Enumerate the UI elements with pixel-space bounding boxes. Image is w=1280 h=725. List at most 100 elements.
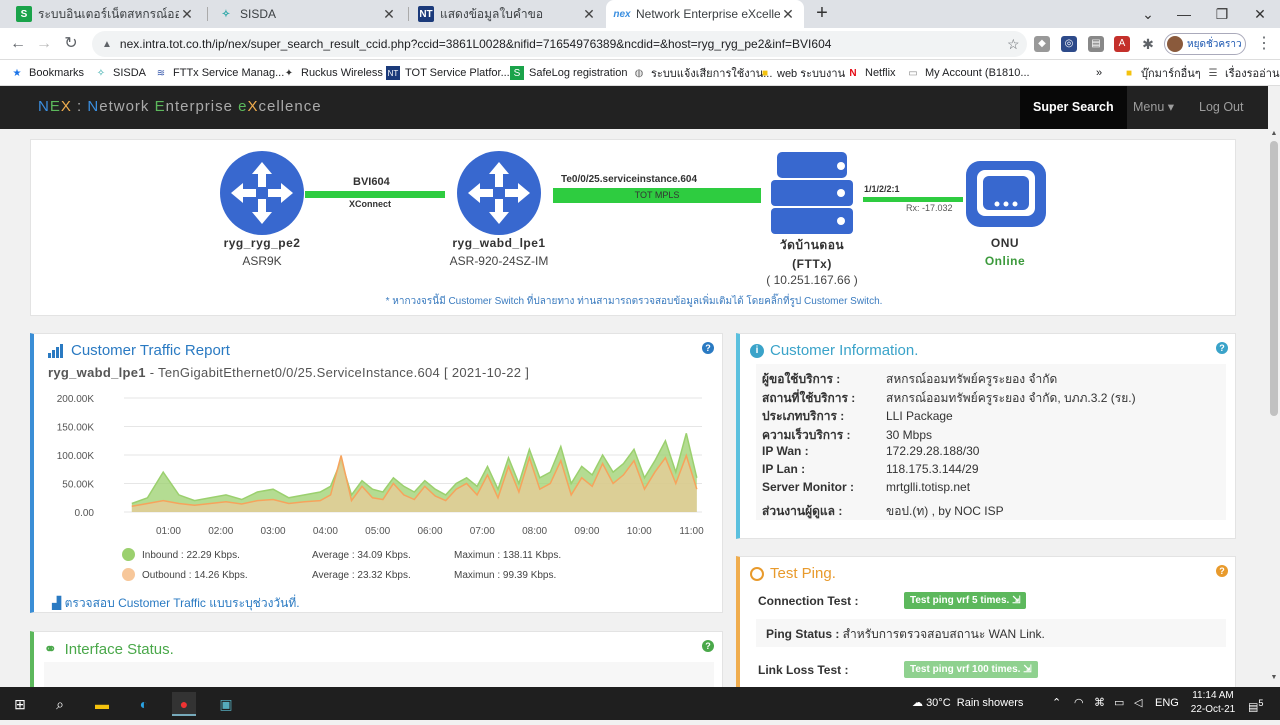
router-icon[interactable] [219, 150, 305, 236]
reading-list-icon: ☰ [1208, 67, 1218, 79]
window-close-button[interactable]: ✕ [1240, 0, 1280, 28]
extensions-puzzle-icon[interactable]: ✱ [1140, 36, 1156, 52]
security-app-icon[interactable]: ▣ [214, 692, 238, 716]
bookmark-my-account[interactable]: ▭ My Account (B1810... [906, 64, 1029, 82]
link-onu [863, 197, 963, 202]
outbound-swatch [122, 568, 135, 581]
menu-kebab-icon[interactable]: ⋮ [1252, 32, 1276, 56]
tray-chevron-icon[interactable]: ⌃ [1052, 687, 1061, 720]
weather-widget[interactable]: ☁ 30°C Rain showers [912, 687, 1023, 720]
info-title: i Customer Information. [750, 342, 918, 359]
node1-model: ASR9K [242, 254, 282, 268]
node4-name: ONU [990, 236, 1020, 250]
profile-button[interactable]: หยุดชั่วคราว [1164, 33, 1246, 55]
bookmark-tot-platform[interactable]: NT TOT Service Platfor... [386, 64, 510, 82]
help-icon[interactable]: ? [702, 640, 714, 652]
chrome-icon[interactable]: ● [172, 692, 196, 716]
help-icon[interactable]: ? [1216, 565, 1228, 577]
tab-search-icon[interactable]: ⌄ [1128, 0, 1168, 28]
edge-icon[interactable]: ◐ [132, 692, 156, 716]
nav-menu[interactable]: Menu ▾ [1120, 86, 1187, 129]
bookmarks-overflow[interactable]: » [1096, 64, 1102, 82]
sisda-icon: ✧ [96, 67, 106, 79]
onu-icon[interactable] [963, 158, 1049, 230]
traffic-date-range-link[interactable]: ▟ ตรวจสอบ Customer Traffic แบบระบุช่วงวั… [52, 594, 300, 613]
traffic-chart: 0.00 50.00K 100.00K 150.00K 200.00K 01:00 02:0… [57, 394, 704, 537]
ping-5-button[interactable]: Test ping vrf 5 times. ⇲ [904, 592, 1027, 609]
network-icon[interactable]: ◠ [1074, 687, 1084, 720]
nav-super-search[interactable]: Super Search [1020, 86, 1127, 129]
traffic-panel: Customer Traffic Report ? ryg_wabd_lpe1 … [30, 333, 723, 613]
extension-circle-icon[interactable]: ◎ [1061, 36, 1077, 52]
info-row: สถานที่ใช้บริการ : สหกรณ์ออมทรัพย์ครูระยอ… [762, 391, 1136, 405]
new-tab-button[interactable]: + [810, 2, 834, 26]
bookmark-netflix[interactable]: N Netflix [846, 64, 895, 82]
node3-name: วัดบ้านดอน [779, 238, 845, 252]
bookmark-ruckus[interactable]: ✦ Ruckus Wireless [282, 64, 383, 82]
clock[interactable]: 11:14 AM 22-Oct-21 [1182, 689, 1244, 717]
close-icon[interactable]: ✕ [780, 6, 796, 23]
bookmark-fault-report[interactable]: ◍ ระบบแจ้งเสียการใช้งาน... [632, 64, 773, 82]
bookmark-fttx[interactable]: ≋ FTTx Service Manag... [154, 64, 284, 82]
bookmark-sisda[interactable]: ✧ SISDA [94, 64, 146, 82]
caret-down-icon: ▾ [1167, 100, 1175, 114]
nex-icon: nex [613, 8, 631, 20]
extension-shield-icon[interactable]: ◆ [1034, 36, 1050, 52]
pdf-extension-icon[interactable]: A [1114, 36, 1130, 52]
bookmarks-bar: ★ Bookmarks ✧ SISDA ≋ FTTx Service Manag...… [0, 60, 1280, 86]
close-icon[interactable]: ✕ [381, 6, 397, 23]
battery-icon[interactable]: ▭ [1114, 687, 1124, 720]
notifications-icon[interactable]: ▤5 [1248, 687, 1264, 720]
close-icon[interactable]: ✕ [179, 6, 195, 23]
bookmark-star-icon[interactable]: ☆ [1007, 36, 1027, 53]
ruckus-icon: ✦ [284, 67, 294, 79]
extension-print-icon[interactable]: ▤ [1088, 36, 1104, 52]
close-icon[interactable]: ✕ [581, 6, 597, 23]
info-row: ส่วนงานผู้ดูแล : ขอป.(ท) , by NOC ISP [762, 504, 1004, 518]
address-bar[interactable]: ▲ nex.intra.tot.co.th/ip/nex/super_searc… [92, 31, 1027, 57]
info-circle-icon: i [750, 343, 764, 358]
maximize-button[interactable]: ❐ [1202, 0, 1242, 28]
scroll-down-icon[interactable]: ▼ [1268, 674, 1280, 686]
onu-status: Online [984, 254, 1026, 268]
nt-icon: NT [418, 6, 434, 22]
ping-status-row: Ping Status : สำหรับการตรวจสอบสถานะ WAN … [756, 619, 1226, 647]
tab-request-info[interactable]: NT แสดงข้อมูลใบคำขอ ✕ [410, 0, 605, 28]
bookmark-web-systems[interactable]: ■ web ระบบงาน [758, 64, 845, 82]
brand-logo[interactable]: NEX : Network Enterprise eXcellence [38, 98, 322, 115]
tab-sisda[interactable]: ✧ SISDA ✕ [210, 0, 405, 28]
router-icon[interactable] [456, 150, 542, 236]
language-indicator[interactable]: ENG [1155, 687, 1179, 720]
reload-button[interactable]: ↻ [59, 32, 83, 56]
volume-icon[interactable]: ◁ [1134, 687, 1142, 720]
x-tick-label: 03:00 [261, 526, 286, 537]
bookmark-safelog[interactable]: S SafeLog registration [510, 64, 627, 82]
bookmark-bookmarks[interactable]: ★ Bookmarks [10, 64, 85, 82]
bookmark-other[interactable]: ■ บุ๊กมาร์กอื่นๆ [1122, 64, 1201, 82]
url-text: nex.intra.tot.co.th/ip/nex/super_search_… [119, 37, 832, 51]
inbound-swatch [122, 548, 135, 561]
minimize-button[interactable]: — [1164, 0, 1204, 28]
help-icon[interactable]: ? [702, 342, 714, 354]
help-icon[interactable]: ? [1216, 342, 1228, 354]
search-icon[interactable]: ⌕ [48, 692, 72, 716]
back-button[interactable]: ← [6, 32, 30, 56]
scroll-thumb[interactable] [1270, 141, 1278, 416]
ping-100-button[interactable]: Test ping vrf 100 times. ⇲ [904, 661, 1038, 678]
tab-coop-internet[interactable]: S ระบบอินเตอร์เน็ตสหกรณ์ออมทรัพย์ครู ✕ [8, 0, 203, 28]
y-tick-label: 200.00K [57, 394, 95, 405]
interface-status-panel: ⚭ Interface Status. ? [30, 631, 723, 687]
file-explorer-icon[interactable]: ▬ [90, 692, 114, 716]
forward-button[interactable]: → [32, 32, 56, 56]
tab-nex[interactable]: nex Network Enterprise eXcellence ✕ [606, 0, 804, 28]
reading-list[interactable]: ☰ เรื่องรออ่าน [1206, 64, 1280, 82]
nav-logout[interactable]: Log Out [1186, 86, 1256, 129]
page-scrollbar[interactable]: ▲ ▼ [1268, 86, 1280, 687]
server-icon[interactable] [769, 150, 855, 238]
usb-icon[interactable]: ⌘ [1094, 687, 1105, 720]
fttx-icon: ≋ [156, 67, 166, 79]
info-row: ความเร็วบริการ :30 Mbps [762, 428, 933, 442]
windows-start-icon[interactable]: ⊞ [8, 692, 32, 716]
iface-table [44, 662, 714, 687]
browser-toolbar: ← → ↻ ▲ nex.intra.tot.co.th/ip/nex/super… [0, 28, 1280, 60]
